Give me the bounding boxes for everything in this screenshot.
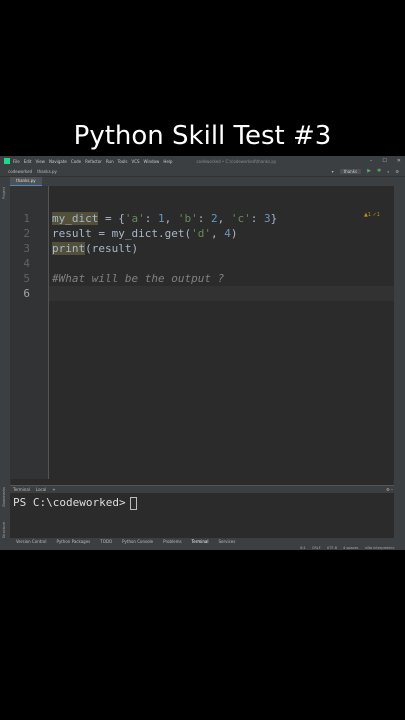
code-token: ) (230, 227, 238, 240)
terminal-cursor (129, 496, 137, 510)
variable-my-dict: my_dict (52, 212, 99, 225)
minimize-icon[interactable]: – (370, 158, 373, 164)
code-token: (result) (85, 242, 139, 255)
close-icon[interactable]: ✕ (397, 158, 401, 164)
tab-thanks-py[interactable]: thanks.py (10, 177, 42, 186)
code-line-3: print(result) (52, 241, 138, 256)
run-icon[interactable]: ▶ (367, 168, 371, 174)
settings-icon[interactable]: ⚙ (395, 169, 399, 174)
pycharm-logo-icon (4, 158, 10, 164)
code-line-1: my_dict = {'a': 1, 'b': 2, 'c': 3} (52, 211, 277, 226)
line-number: 5 (23, 272, 30, 285)
code-token: : (197, 212, 211, 225)
status-indent[interactable]: 4 spaces (343, 546, 358, 550)
bottom-tool-window-bar: Version Control Python Packages TODO Pyt… (10, 538, 400, 545)
right-tool-strip (393, 177, 405, 550)
navigation-bar: codeworked thanks.py ▾ thanks ▶ ✱ ⌕ ⚙ (0, 166, 405, 177)
window-title-path: codeworked • C:\codeworked\thanks.py (196, 158, 277, 164)
code-token: : (250, 212, 264, 225)
terminal-settings-icon[interactable]: ⚙ – (386, 486, 393, 493)
menu-refactor[interactable]: Refactor (85, 159, 102, 164)
terminal-local-tab[interactable]: Local (36, 486, 46, 493)
status-bar: 6:1 CRLF UTF-8 4 spaces <No interpreter> (0, 545, 405, 550)
window-controls: – ☐ ✕ (370, 158, 401, 164)
status-line-separator[interactable]: CRLF (312, 546, 321, 550)
code-token: : (144, 212, 158, 225)
code-token: , (217, 212, 231, 225)
run-toolbar: ▾ thanks ▶ ✱ ⌕ ⚙ (332, 168, 399, 174)
menu-help[interactable]: Help (163, 159, 172, 164)
code-line-2: result = my_dict.get('d', 4) (52, 226, 237, 241)
project-tool-label[interactable]: Project (2, 187, 6, 199)
line-number: 4 (23, 257, 30, 270)
run-config-select[interactable]: thanks (339, 168, 362, 174)
tool-terminal[interactable]: Terminal (192, 539, 209, 544)
structure-tool-label[interactable]: Structure (2, 522, 6, 538)
tool-problems[interactable]: Problems (163, 539, 181, 544)
code-token: = { (98, 212, 125, 225)
status-caret-position[interactable]: 6:1 (300, 546, 306, 550)
code-line-5-comment: #What will be the output ? (52, 272, 225, 285)
code-token: } (270, 212, 278, 225)
menu-window[interactable]: Window (144, 159, 160, 164)
maximize-icon[interactable]: ☐ (382, 158, 386, 164)
number-token: 4 (224, 227, 231, 240)
terminal-header: Terminal Local + ⚙ – (10, 486, 397, 493)
string-token: 'c' (230, 212, 251, 225)
status-interpreter[interactable]: <No interpreter> (364, 546, 395, 550)
code-token: , (164, 212, 178, 225)
menu-navigate[interactable]: Navigate (49, 159, 67, 164)
code-token: , (210, 227, 225, 240)
string-token: 'b' (177, 212, 198, 225)
user-icon[interactable]: ▾ (332, 169, 334, 174)
video-headline: Python Skill Test #3 (73, 121, 332, 151)
number-token: 1 (157, 212, 165, 225)
menu-vcs[interactable]: VCS (131, 159, 139, 164)
number-token: 3 (263, 212, 271, 225)
menu-tools[interactable]: Tools (118, 159, 128, 164)
debug-icon[interactable]: ✱ (377, 168, 381, 174)
string-token: 'd' (191, 227, 211, 240)
terminal-panel[interactable]: Terminal Local + ⚙ – PS C:\codeworked> (10, 485, 397, 539)
code-token: result = my_dict.get( (52, 227, 192, 240)
menu-run[interactable]: Run (106, 159, 114, 164)
search-icon[interactable]: ⌕ (387, 169, 389, 174)
bookmarks-tool-label[interactable]: Bookmarks (2, 487, 6, 507)
line-number: 6 (23, 287, 30, 300)
tool-python-console[interactable]: Python Console (122, 539, 153, 544)
string-token: 'a' (124, 212, 145, 225)
current-line-highlight (49, 286, 394, 301)
builtin-print: print (52, 242, 86, 255)
line-number-gutter: 1 2 3 4 5 6 (10, 186, 49, 479)
line-number: 2 (23, 227, 30, 240)
number-token: 2 (210, 212, 218, 225)
line-number: 1 (23, 212, 30, 225)
menu-file[interactable]: File (13, 159, 20, 164)
menu-view[interactable]: View (35, 159, 45, 164)
menu-code[interactable]: Code (71, 159, 81, 164)
terminal-prompt-line: PS C:\codeworked> (13, 496, 137, 510)
tool-services[interactable]: Services (218, 539, 235, 544)
breadcrumb-file[interactable]: thanks.py (37, 169, 57, 174)
line-number: 3 (23, 242, 30, 255)
tool-version-control[interactable]: Version Control (16, 539, 46, 544)
code-editor[interactable]: ▲1 ✓1 my_dict = {'a': 1, 'b': 2, 'c': 3}… (49, 186, 394, 479)
breadcrumb-project[interactable]: codeworked (8, 169, 32, 174)
status-encoding[interactable]: UTF-8 (327, 546, 337, 550)
terminal-prompt: PS C:\codeworked> (13, 496, 126, 509)
terminal-tab-label[interactable]: Terminal (13, 486, 30, 493)
tool-todo[interactable]: TODO (100, 539, 112, 544)
tool-python-packages[interactable]: Python Packages (56, 539, 90, 544)
menu-edit[interactable]: Edit (24, 159, 32, 164)
new-terminal-icon[interactable]: + (52, 486, 55, 493)
menu-bar: File Edit View Navigate Code Refactor Ru… (0, 156, 405, 166)
inspection-markers[interactable]: ▲1 ✓1 (364, 212, 380, 218)
ide-window: File Edit View Navigate Code Refactor Ru… (0, 156, 405, 550)
